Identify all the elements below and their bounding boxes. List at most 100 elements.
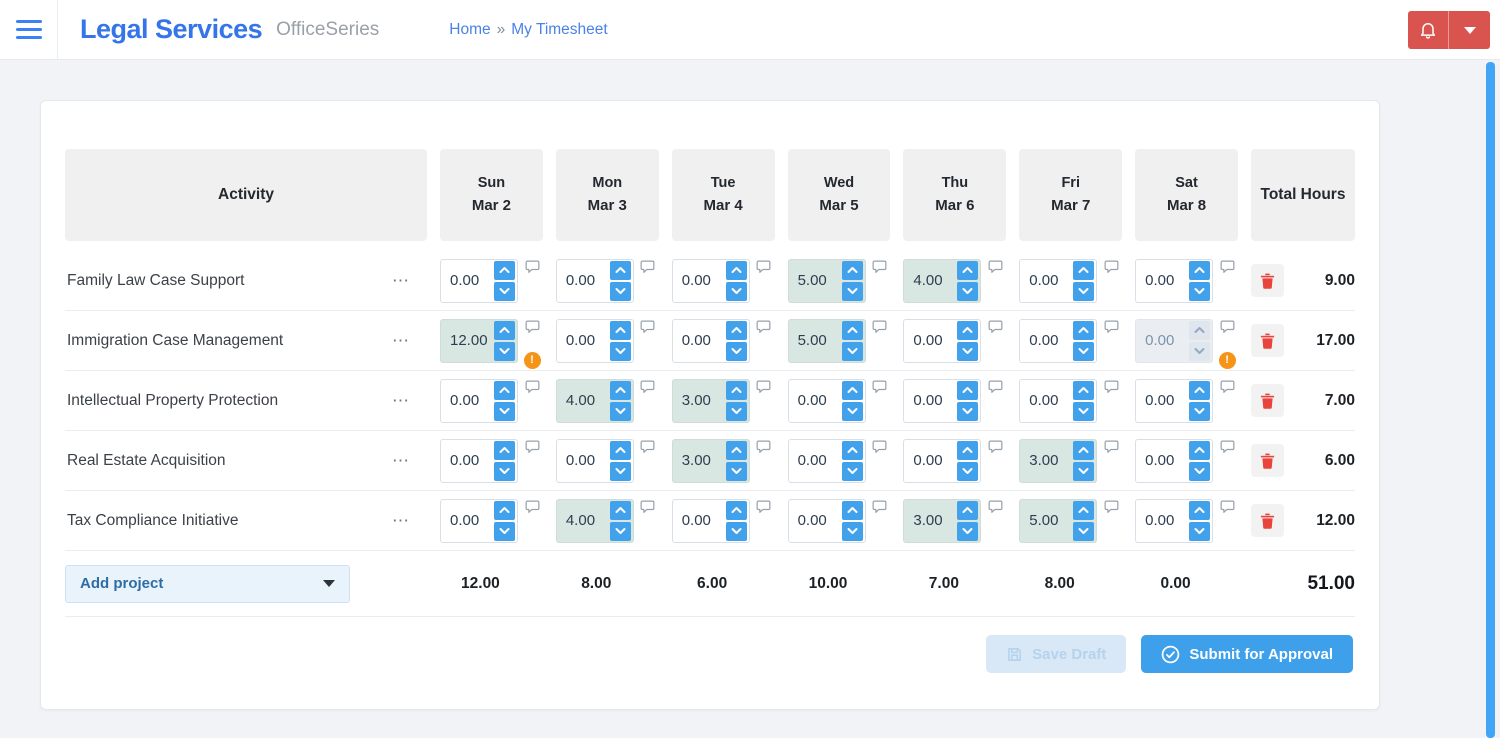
hours-input[interactable]: [443, 452, 494, 469]
decrement-button[interactable]: [957, 401, 979, 421]
delete-row-button[interactable]: [1250, 444, 1284, 477]
menu-toggle-button[interactable]: [0, 0, 58, 60]
comment-icon[interactable]: [640, 260, 655, 274]
decrement-button[interactable]: [1073, 521, 1095, 541]
increment-button[interactable]: [841, 500, 863, 520]
breadcrumb-home-link[interactable]: Home: [449, 21, 490, 39]
comment-icon[interactable]: [872, 260, 887, 274]
hours-input[interactable]: [674, 332, 726, 349]
increment-button[interactable]: [609, 380, 631, 400]
hours-input[interactable]: [790, 332, 842, 349]
decrement-button[interactable]: [1073, 401, 1095, 421]
decrement-button[interactable]: [494, 281, 515, 301]
increment-button[interactable]: [1073, 380, 1095, 400]
comment-icon[interactable]: [872, 440, 887, 454]
row-menu-icon[interactable]: ⋯: [390, 392, 413, 410]
decrement-button[interactable]: [841, 461, 863, 481]
row-menu-icon[interactable]: ⋯: [390, 332, 413, 350]
hours-input[interactable]: [1022, 272, 1074, 289]
decrement-button[interactable]: [957, 521, 979, 541]
decrement-button[interactable]: [957, 281, 979, 301]
increment-button[interactable]: [494, 380, 515, 400]
decrement-button[interactable]: [494, 341, 515, 361]
increment-button[interactable]: [609, 260, 631, 280]
row-menu-icon[interactable]: ⋯: [390, 452, 413, 470]
comment-icon[interactable]: [756, 440, 771, 454]
hours-input[interactable]: [790, 392, 842, 409]
row-menu-icon[interactable]: ⋯: [390, 272, 413, 290]
hours-input[interactable]: [674, 272, 726, 289]
decrement-button[interactable]: [609, 461, 631, 481]
hours-input[interactable]: [1022, 392, 1074, 409]
decrement-button[interactable]: [1073, 281, 1095, 301]
decrement-button[interactable]: [494, 461, 515, 481]
comment-icon[interactable]: [756, 260, 771, 274]
comment-icon[interactable]: [756, 380, 771, 394]
decrement-button[interactable]: [841, 281, 863, 301]
increment-button[interactable]: [494, 500, 515, 520]
comment-icon[interactable]: [525, 440, 540, 454]
hours-input[interactable]: [443, 272, 494, 289]
comment-icon[interactable]: [525, 320, 540, 334]
hours-input[interactable]: [558, 452, 610, 469]
hours-input[interactable]: [790, 452, 842, 469]
hours-input[interactable]: [558, 512, 610, 529]
hours-input[interactable]: [790, 272, 842, 289]
comment-icon[interactable]: [1220, 440, 1235, 454]
save-draft-button[interactable]: Save Draft: [986, 635, 1127, 673]
comment-icon[interactable]: [1220, 320, 1235, 334]
decrement-button[interactable]: [494, 521, 515, 541]
increment-button[interactable]: [1073, 320, 1095, 340]
hours-input[interactable]: [906, 452, 958, 469]
hours-input[interactable]: [1022, 332, 1074, 349]
decrement-button[interactable]: [1073, 461, 1095, 481]
decrement-button[interactable]: [1189, 461, 1211, 481]
comment-icon[interactable]: [525, 380, 540, 394]
delete-row-button[interactable]: [1250, 264, 1284, 297]
comment-icon[interactable]: [1220, 380, 1235, 394]
comment-icon[interactable]: [1104, 380, 1119, 394]
hours-input[interactable]: [443, 512, 494, 529]
hours-input[interactable]: [1138, 272, 1190, 289]
increment-button[interactable]: [841, 440, 863, 460]
comment-icon[interactable]: [640, 500, 655, 514]
decrement-button[interactable]: [609, 281, 631, 301]
decrement-button[interactable]: [841, 401, 863, 421]
decrement-button[interactable]: [1073, 341, 1095, 361]
increment-button[interactable]: [609, 320, 631, 340]
increment-button[interactable]: [725, 260, 747, 280]
increment-button[interactable]: [841, 320, 863, 340]
hours-input[interactable]: [1138, 512, 1190, 529]
hours-input[interactable]: [1022, 512, 1074, 529]
hours-input[interactable]: [443, 392, 494, 409]
comment-icon[interactable]: [640, 440, 655, 454]
comment-icon[interactable]: [988, 260, 1003, 274]
increment-button[interactable]: [725, 500, 747, 520]
hours-input[interactable]: [558, 392, 610, 409]
increment-button[interactable]: [494, 440, 515, 460]
row-menu-icon[interactable]: ⋯: [390, 512, 413, 530]
comment-icon[interactable]: [988, 380, 1003, 394]
decrement-button[interactable]: [1189, 521, 1211, 541]
hours-input[interactable]: [1138, 452, 1190, 469]
comment-icon[interactable]: [1104, 500, 1119, 514]
decrement-button[interactable]: [725, 281, 747, 301]
delete-row-button[interactable]: [1250, 504, 1284, 537]
decrement-button[interactable]: [725, 401, 747, 421]
decrement-button[interactable]: [1189, 401, 1211, 421]
increment-button[interactable]: [1189, 260, 1211, 280]
increment-button[interactable]: [1073, 440, 1095, 460]
hours-input[interactable]: [558, 272, 610, 289]
delete-row-button[interactable]: [1250, 324, 1284, 357]
decrement-button[interactable]: [725, 341, 747, 361]
increment-button[interactable]: [957, 440, 979, 460]
increment-button[interactable]: [957, 260, 979, 280]
hours-input[interactable]: [906, 272, 958, 289]
hours-input[interactable]: [790, 512, 842, 529]
comment-icon[interactable]: [1220, 260, 1235, 274]
hours-input[interactable]: [558, 332, 610, 349]
increment-button[interactable]: [725, 440, 747, 460]
increment-button[interactable]: [1189, 500, 1211, 520]
decrement-button[interactable]: [725, 521, 747, 541]
decrement-button[interactable]: [1189, 281, 1211, 301]
